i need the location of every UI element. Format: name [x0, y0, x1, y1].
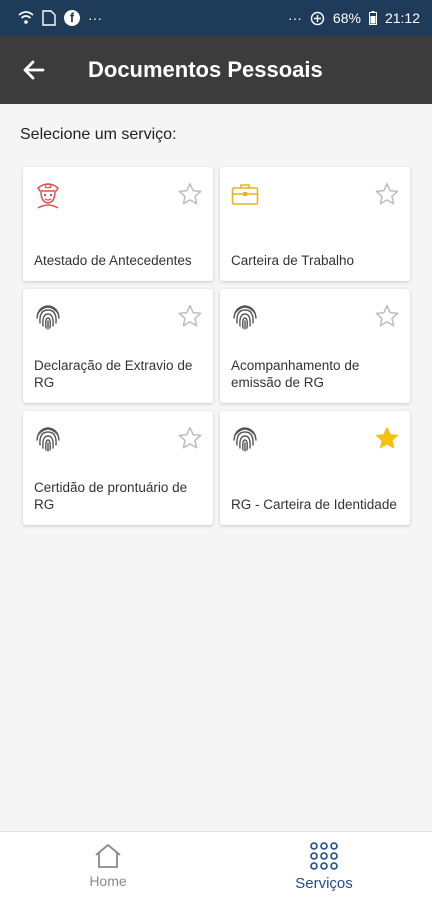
back-button[interactable]	[0, 36, 68, 104]
facebook-icon: f	[64, 10, 80, 26]
status-right: ··· 68% 21:12	[288, 10, 420, 26]
data-saver-icon	[310, 11, 325, 26]
grid-dots-icon	[310, 841, 338, 870]
service-card-carteira-trabalho[interactable]: Carteira de Trabalho	[220, 167, 410, 281]
briefcase-icon	[231, 184, 259, 205]
service-label: Certidão de prontuário de RG	[34, 480, 188, 512]
nav-services-label: Serviços	[295, 874, 353, 892]
status-left: f ···	[18, 10, 102, 26]
service-label: Acompanhamento de emissão de RG	[231, 358, 360, 390]
arrow-left-icon	[23, 60, 45, 80]
more-icon: ···	[88, 10, 102, 26]
fingerprint-icon	[233, 427, 257, 452]
service-label: Atestado de Antecedentes	[34, 253, 192, 268]
bottom-nav: Home Serviços	[0, 831, 432, 900]
nav-home-label: Home	[89, 873, 127, 889]
main-content: Selecione um serviço: Atestado de Antece…	[0, 104, 432, 831]
service-label: Declaração de Extravio de RG	[34, 358, 193, 390]
star-outline-icon[interactable]	[177, 425, 203, 451]
service-card-declaracao-extravio[interactable]: Declaração de Extravio de RG	[23, 289, 213, 403]
wifi-question-icon	[18, 10, 34, 26]
battery-icon	[368, 11, 377, 25]
home-icon	[95, 844, 121, 868]
app-bar: Documentos Pessoais	[0, 36, 432, 104]
nav-services[interactable]: Serviços	[216, 832, 432, 900]
battery-percent: 68%	[332, 10, 361, 26]
more-icon: ···	[287, 10, 302, 26]
star-outline-icon[interactable]	[177, 303, 203, 329]
status-bar: f ··· ··· 68% 21:12	[0, 0, 432, 36]
fingerprint-icon	[36, 305, 60, 330]
page-title: Documentos Pessoais	[88, 57, 323, 82]
nav-home[interactable]: Home	[0, 832, 216, 900]
fingerprint-icon	[233, 305, 257, 330]
police-officer-icon	[36, 183, 60, 209]
service-card-atestado[interactable]: Atestado de Antecedentes	[23, 167, 213, 281]
service-label: Carteira de Trabalho	[231, 253, 355, 268]
star-outline-icon[interactable]	[374, 303, 400, 329]
clock: 21:12	[384, 10, 420, 26]
section-prompt: Selecione um serviço:	[20, 126, 177, 143]
service-card-rg-identidade[interactable]: RG - Carteira de Identidade	[220, 411, 410, 525]
service-card-certidao-prontuario[interactable]: Certidão de prontuário de RG	[23, 411, 213, 525]
file-icon	[42, 10, 56, 26]
star-outline-icon[interactable]	[374, 181, 400, 207]
star-filled-icon[interactable]	[374, 425, 400, 451]
service-card-acompanhamento-rg[interactable]: Acompanhamento de emissão de RG	[220, 289, 410, 403]
service-label: RG - Carteira de Identidade	[231, 497, 397, 512]
fingerprint-icon	[36, 427, 60, 452]
star-outline-icon[interactable]	[177, 181, 203, 207]
